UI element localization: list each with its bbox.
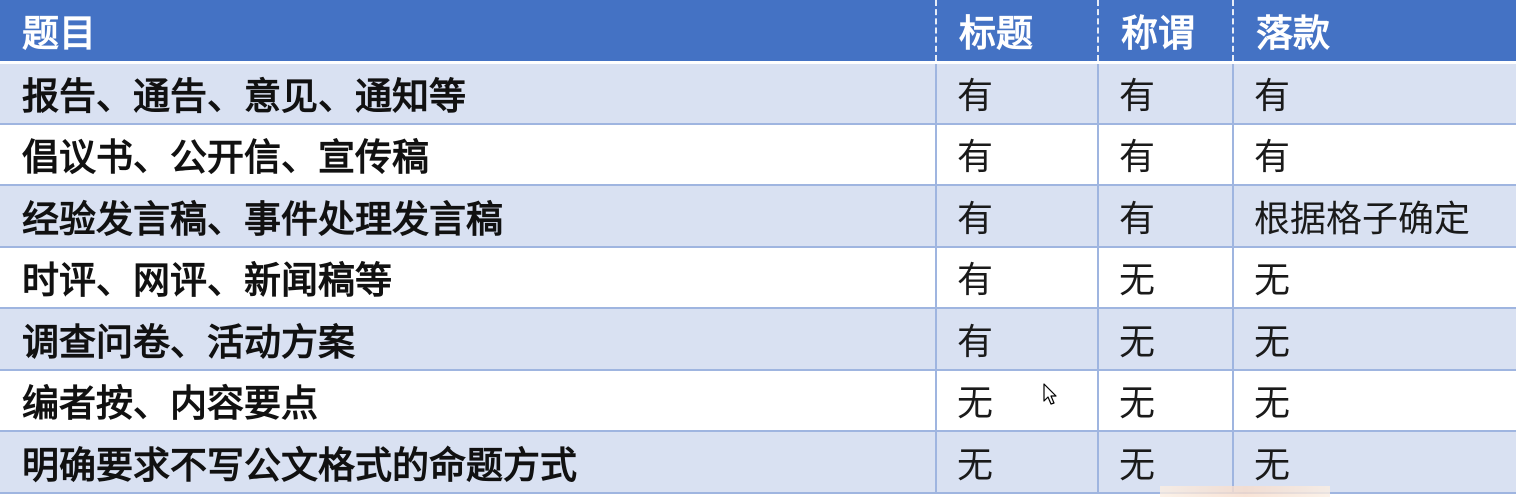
format-table: 题目 标题 称谓 落款 报告、通告、意见、通知等 有 有 有 倡议书、公开信、宣… xyxy=(0,0,1516,494)
cell-topic: 明确要求不写公文格式的命题方式 xyxy=(0,430,936,494)
cell-topic: 倡议书、公开信、宣传稿 xyxy=(0,122,936,186)
table-header: 题目 标题 称谓 落款 xyxy=(0,0,1516,64)
cell-salutation: 无 xyxy=(1097,368,1233,432)
mouse-pointer-icon xyxy=(1043,383,1057,405)
cell-salutation: 有 xyxy=(1097,61,1233,125)
header-row: 题目 标题 称谓 落款 xyxy=(0,0,1516,64)
table-row: 经验发言稿、事件处理发言稿 有 有 根据格子确定 xyxy=(0,184,1516,248)
cell-salutation: 无 xyxy=(1097,307,1233,371)
cell-signature: 有 xyxy=(1232,61,1516,125)
cell-topic: 编者按、内容要点 xyxy=(0,368,936,432)
header-topic: 题目 xyxy=(0,0,936,64)
table-row: 编者按、内容要点 无 无 无 xyxy=(0,368,1516,432)
cell-topic: 时评、网评、新闻稿等 xyxy=(0,245,936,309)
table-row: 报告、通告、意见、通知等 有 有 有 xyxy=(0,61,1516,125)
cell-title: 有 xyxy=(935,122,1098,186)
cell-signature: 无 xyxy=(1232,430,1516,494)
cell-signature: 根据格子确定 xyxy=(1232,184,1516,248)
table-row: 时评、网评、新闻稿等 有 无 无 xyxy=(0,245,1516,309)
cell-topic: 经验发言稿、事件处理发言稿 xyxy=(0,184,936,248)
cell-title: 有 xyxy=(935,61,1098,125)
corner-smudge xyxy=(1160,486,1330,497)
header-title: 标题 xyxy=(935,0,1098,64)
cell-salutation: 有 xyxy=(1097,184,1233,248)
cell-title: 有 xyxy=(935,184,1098,248)
cell-salutation: 有 xyxy=(1097,122,1233,186)
cell-salutation: 无 xyxy=(1097,430,1233,494)
format-table-container: 题目 标题 称谓 落款 报告、通告、意见、通知等 有 有 有 倡议书、公开信、宣… xyxy=(0,0,1516,497)
cell-signature: 无 xyxy=(1232,245,1516,309)
cell-topic: 报告、通告、意见、通知等 xyxy=(0,61,936,125)
cell-title: 无 xyxy=(935,368,1098,432)
cell-salutation: 无 xyxy=(1097,245,1233,309)
cell-title: 有 xyxy=(935,245,1098,309)
cell-signature: 无 xyxy=(1232,307,1516,371)
header-signature: 落款 xyxy=(1232,0,1516,64)
cell-topic: 调查问卷、活动方案 xyxy=(0,307,936,371)
table-row: 明确要求不写公文格式的命题方式 无 无 无 xyxy=(0,430,1516,494)
header-salutation: 称谓 xyxy=(1097,0,1233,64)
cell-signature: 有 xyxy=(1232,122,1516,186)
table-row: 调查问卷、活动方案 有 无 无 xyxy=(0,307,1516,371)
cell-title: 有 xyxy=(935,307,1098,371)
table-row: 倡议书、公开信、宣传稿 有 有 有 xyxy=(0,122,1516,186)
table-body: 报告、通告、意见、通知等 有 有 有 倡议书、公开信、宣传稿 有 有 有 经验发… xyxy=(0,61,1516,494)
cell-signature: 无 xyxy=(1232,368,1516,432)
cell-title: 无 xyxy=(935,430,1098,494)
